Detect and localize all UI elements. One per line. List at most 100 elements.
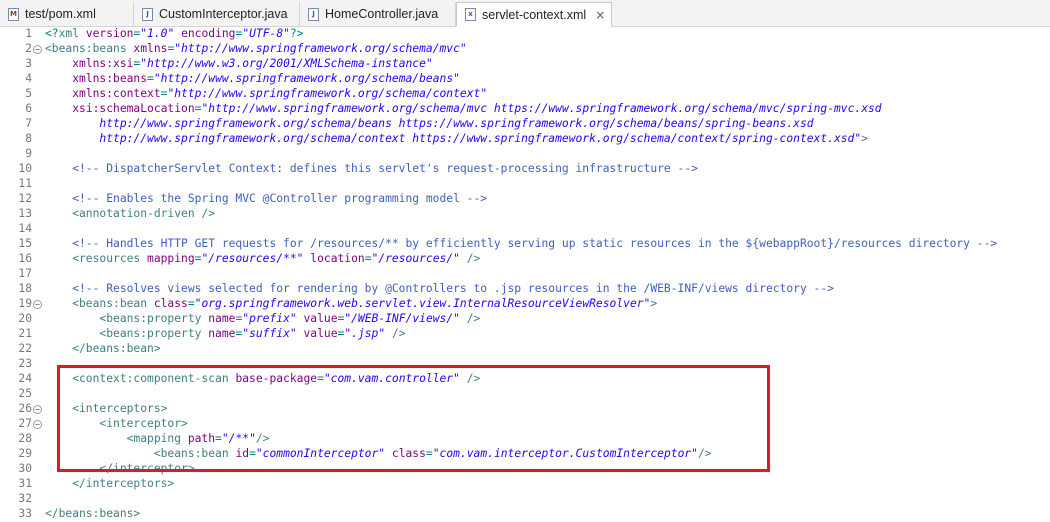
line-number: 14 (18, 222, 32, 235)
line-number: 8 (25, 132, 32, 145)
line-number: 31 (18, 477, 32, 490)
line-number: 5 (25, 87, 32, 100)
code-token: "/resources/" (371, 252, 460, 265)
code-line: </beans:beans> (45, 507, 140, 520)
line-number: 29 (18, 447, 32, 460)
code-line: <beans:bean class="org.springframework.w… (45, 297, 657, 310)
code-token: value (303, 327, 338, 340)
code-token: </interceptors> (45, 477, 175, 490)
code-line: <!-- DispatcherServlet Context: defines … (45, 162, 698, 175)
line-number: 2 (25, 42, 32, 55)
code-line: <?xml version="1.0" encoding="UTF-8"?> (45, 27, 304, 40)
code-token: "1.0" (140, 27, 175, 40)
tab-label: test/pom.xml (25, 7, 96, 21)
line-number: 15 (18, 237, 32, 250)
line-number: 10 (18, 162, 32, 175)
tab-custominterceptor-java[interactable]: CustomInterceptor.java (134, 2, 300, 26)
code-token: "/resources/**" (201, 252, 304, 265)
line-number: 9 (25, 147, 32, 160)
code-token: <annotation-driven /> (45, 207, 216, 220)
line-number: 17 (18, 267, 32, 280)
code-line: </interceptors> (45, 477, 174, 490)
line-number: 18 (18, 282, 32, 295)
code-token: xsi:schemaLocation (72, 102, 195, 115)
tab-label: CustomInterceptor.java (159, 7, 288, 21)
code-token: = (364, 252, 372, 265)
code-token: </beans:beans> (45, 507, 141, 520)
line-number: 28 (18, 432, 32, 445)
code-token: "http://www.springframework.org/schema/m… (201, 102, 882, 115)
fold-toggle-icon[interactable] (33, 45, 42, 54)
tab-label: servlet-context.xml (482, 7, 587, 22)
code-token: <beans:property (45, 327, 209, 340)
line-number: 24 (18, 372, 32, 385)
fold-toggle-icon[interactable] (33, 300, 42, 309)
code-line: http://www.springframework.org/schema/be… (45, 117, 814, 130)
line-number: 3 (25, 57, 32, 70)
line-number: 13 (18, 207, 32, 220)
code-token: > (650, 297, 658, 310)
tab-servlet-context-xml[interactable]: servlet-context.xml × (456, 2, 612, 27)
code-token: /> (385, 327, 406, 340)
line-number: 7 (25, 117, 32, 130)
fold-toggle-icon[interactable] (33, 405, 42, 414)
code-token: value (303, 312, 338, 325)
code-token: xml (58, 27, 86, 40)
code-token: <resources (45, 252, 148, 265)
code-token: location (310, 252, 365, 265)
code-token: <!-- Enables the Spring MVC @Controller … (45, 192, 488, 205)
line-number: 26 (18, 402, 32, 415)
line-number: 20 (18, 312, 32, 325)
tab-homecontroller-java[interactable]: HomeController.java (300, 2, 456, 26)
code-token: "http://www.springframework.org/schema/b… (153, 72, 460, 85)
line-number: 16 (18, 252, 32, 265)
line-number: 30 (18, 462, 32, 475)
line-number: 4 (25, 72, 32, 85)
code-token: <beans:bean (45, 297, 154, 310)
line-number: 27 (18, 417, 32, 430)
code-token: "UTF-8" (242, 27, 290, 40)
code-token: <!-- Handles HTTP GET requests for /reso… (45, 237, 998, 250)
code-token: name (208, 327, 236, 340)
code-token: mapping (147, 252, 195, 265)
xml-file-icon (8, 7, 19, 21)
code-line: <resources mapping = "/resources/**" locat… (45, 252, 480, 265)
code-line: <beans:beans xmlns="http://www.springfra… (45, 42, 467, 55)
tab-label: HomeController.java (325, 7, 439, 21)
line-number: 6 (25, 102, 32, 115)
line-number: 21 (18, 327, 32, 340)
code-token: http://www.springframework.org/schema/be… (45, 117, 814, 130)
code-token: </beans:bean> (45, 342, 161, 355)
code-token: /> (459, 252, 481, 265)
line-number: 33 (18, 507, 32, 520)
code-token: /> (459, 312, 481, 325)
code-token: http://www.springframework.org/schema/co… (45, 132, 862, 145)
code-token: ?> (289, 27, 304, 40)
code-token: "http://www.w3.org/2001/XMLSchema-instan… (140, 57, 433, 70)
tab-pom-xml[interactable]: test/pom.xml (0, 2, 134, 26)
close-icon[interactable]: × (595, 8, 605, 22)
code-token: xmlns:context (72, 87, 161, 100)
fold-toggle-icon[interactable] (33, 420, 42, 429)
code-token: <beans:beans (45, 42, 134, 55)
line-number: 1 (25, 27, 32, 40)
code-line: xsi:schemaLocation="http://www.springfra… (45, 102, 882, 115)
code-line: http://www.springframework.org/schema/co… (45, 132, 868, 145)
code-token: <? (45, 27, 59, 40)
code-token: "suffix" (242, 327, 297, 340)
code-line: <beans:property name="prefix" value="/WE… (45, 312, 480, 325)
line-number: 23 (18, 357, 32, 370)
code-token: name (208, 312, 236, 325)
highlight-box (57, 365, 770, 472)
code-line: </beans:bean> (45, 342, 161, 355)
code-token: "http://www.springframework.org/schema/m… (174, 42, 467, 55)
code-token: class (153, 297, 188, 310)
code-token: xmlns:xsi (72, 57, 134, 70)
code-token: version (85, 27, 134, 40)
code-token: "org.springframework.web.servlet.view.In… (194, 297, 651, 310)
line-number: 22 (18, 342, 32, 355)
line-number: 32 (18, 492, 32, 505)
line-number: 11 (18, 177, 32, 190)
code-line: <!-- Handles HTTP GET requests for /reso… (45, 237, 997, 250)
